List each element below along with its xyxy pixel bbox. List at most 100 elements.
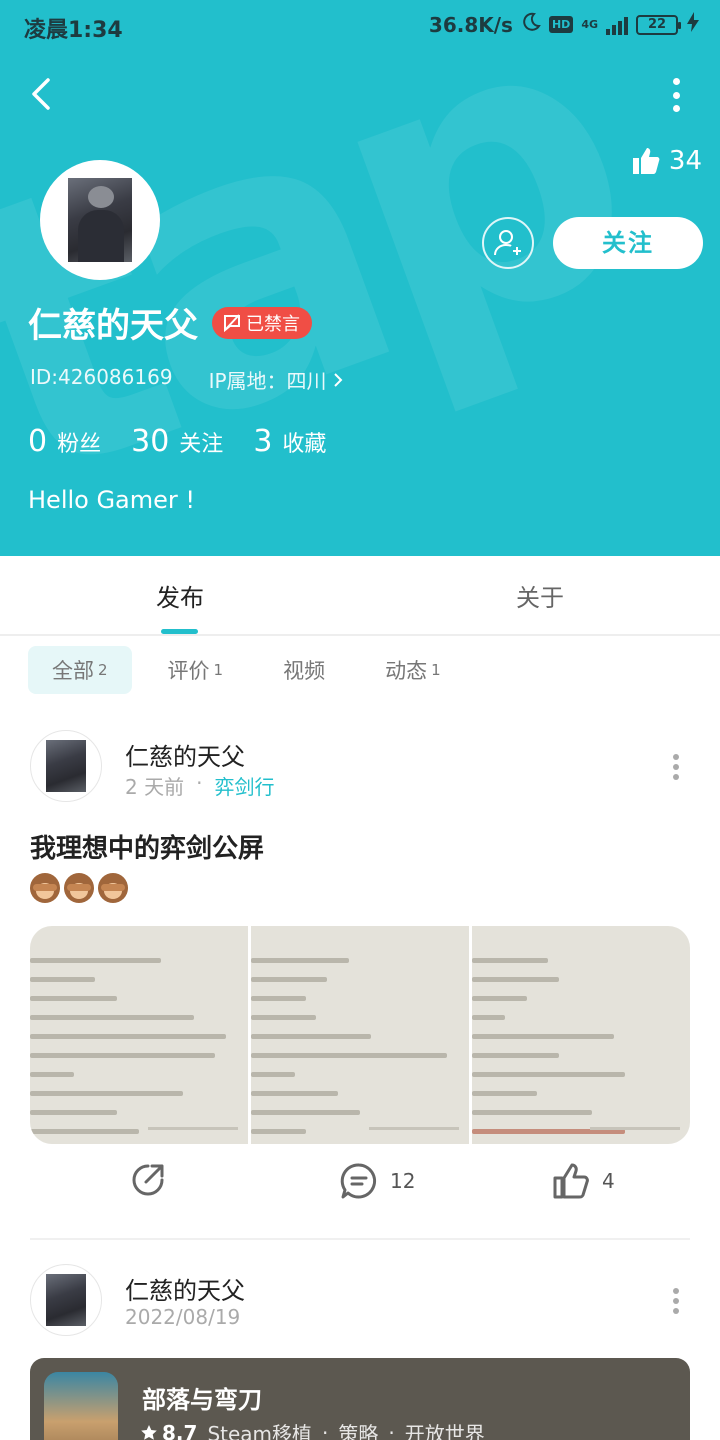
username: 仁慈的天父 xyxy=(28,306,198,346)
monkey-emoji-icon xyxy=(98,873,128,903)
filter-label: 全部 xyxy=(52,659,94,683)
thumbs-up-icon xyxy=(632,148,660,174)
filter-chips: 全部 2 评价 1 视频 动态 1 xyxy=(28,646,465,694)
post-author-name[interactable]: 仁慈的天父 xyxy=(125,737,245,772)
post-time: 2 天前 xyxy=(125,775,185,799)
filter-label: 动态 xyxy=(385,659,428,683)
post-meta: 2 天前 · 弈剑行 xyxy=(125,771,274,800)
more-options-button[interactable] xyxy=(670,78,682,112)
name-row: 仁慈的天父 已禁言 xyxy=(28,298,312,347)
meta-separator: · xyxy=(196,771,203,795)
filter-videos[interactable]: 视频 xyxy=(259,646,349,694)
tag-separator: · xyxy=(322,1420,329,1440)
like-count: 4 xyxy=(602,1169,615,1193)
user-id: ID:426086169 xyxy=(30,365,173,389)
stat-followers[interactable]: 0 粉丝 xyxy=(28,424,101,459)
game-icon xyxy=(44,1372,118,1440)
avatar-image xyxy=(46,1274,86,1326)
game-tag: Steam移植 xyxy=(207,1422,313,1440)
signal-icon xyxy=(606,15,628,35)
share-icon xyxy=(132,1164,164,1196)
star-icon xyxy=(141,1424,157,1440)
id-row: ID:426086169 IP属地：四川 xyxy=(30,365,345,394)
hd-icon: HD xyxy=(548,16,574,33)
tab-posts[interactable]: 发布 xyxy=(120,578,240,613)
thumbs-up-icon xyxy=(553,1163,589,1199)
post-more-button[interactable] xyxy=(672,1288,680,1314)
profile-bio: Hello Gamer ! xyxy=(28,486,196,514)
tab-indicator xyxy=(161,629,198,634)
filter-reviews[interactable]: 评价 1 xyxy=(144,646,248,694)
post-title[interactable]: 我理想中的弈剑公屏 xyxy=(30,828,264,865)
stat-number: 30 xyxy=(131,424,170,459)
stat-number: 0 xyxy=(28,424,48,459)
post-author-avatar[interactable] xyxy=(30,730,102,802)
monkey-emoji-icon xyxy=(64,873,94,903)
post-image[interactable] xyxy=(251,926,469,1144)
post-actions: 12 4 xyxy=(0,1162,720,1222)
muted-chat-icon xyxy=(224,313,240,332)
avatar-image xyxy=(68,178,132,262)
filter-count: 2 xyxy=(98,661,108,679)
game-card[interactable]: 部落与弯刀 8.7 Steam移植 · 策略 · 开放世界 xyxy=(30,1358,690,1440)
stat-favorites[interactable]: 3 收藏 xyxy=(253,424,326,459)
monkey-emoji-icon xyxy=(30,873,60,903)
chevron-left-icon xyxy=(32,78,50,110)
game-title: 部落与弯刀 xyxy=(142,1386,262,1414)
profile-header: tap 凌晨1:34 36.8K/s HD 4G 22 34 关注 仁慈的天父 xyxy=(0,0,720,556)
post-game-link[interactable]: 弈剑行 xyxy=(214,771,274,800)
ip-location-link[interactable]: IP属地：四川 xyxy=(209,365,345,394)
share-button[interactable] xyxy=(130,1162,166,1198)
profile-likes[interactable]: 34 xyxy=(631,146,702,176)
stat-label: 关注 xyxy=(179,432,224,457)
post-more-button[interactable] xyxy=(672,754,680,780)
charging-icon xyxy=(686,12,700,37)
network-speed: 36.8K/s xyxy=(428,12,513,37)
game-tag: 开放世界 xyxy=(404,1422,485,1440)
comment-button[interactable]: 12 xyxy=(340,1162,415,1200)
add-friend-button[interactable] xyxy=(482,217,534,269)
post-author-name[interactable]: 仁慈的天父 xyxy=(125,1271,245,1306)
stats-row: 0 粉丝 30 关注 3 收藏 xyxy=(28,424,326,459)
banned-badge-label: 已禁言 xyxy=(246,313,300,335)
filter-moments[interactable]: 动态 1 xyxy=(361,646,465,694)
filter-label: 视频 xyxy=(283,659,326,683)
stat-label: 收藏 xyxy=(282,432,327,457)
post-image[interactable] xyxy=(30,926,248,1144)
status-bar: 凌晨1:34 36.8K/s HD 4G 22 xyxy=(0,0,720,52)
post-author-avatar[interactable] xyxy=(30,1264,102,1336)
like-button[interactable]: 4 xyxy=(552,1162,615,1200)
battery-icon: 22 xyxy=(636,14,681,35)
filter-count: 1 xyxy=(213,661,224,679)
back-button[interactable] xyxy=(22,74,62,114)
likes-count: 34 xyxy=(668,146,702,176)
avatar-image xyxy=(46,740,86,792)
post-divider xyxy=(30,1238,690,1240)
game-score: 8.7 xyxy=(140,1421,197,1440)
filter-count: 1 xyxy=(431,661,441,679)
post-image[interactable] xyxy=(472,926,690,1144)
moon-icon xyxy=(521,12,541,37)
main-tabs: 发布 关于 xyxy=(0,556,720,636)
stat-number: 3 xyxy=(253,424,273,459)
stat-following[interactable]: 30 关注 xyxy=(131,424,223,459)
network-type: 4G xyxy=(581,18,598,31)
follow-button[interactable]: 关注 xyxy=(553,217,703,269)
tab-about[interactable]: 关于 xyxy=(480,578,600,613)
status-right: 36.8K/s HD 4G 22 xyxy=(429,12,700,37)
post-image-grid xyxy=(30,926,690,1144)
filter-all[interactable]: 全部 2 xyxy=(28,646,132,694)
comment-icon xyxy=(340,1163,377,1199)
game-tag: 策略 xyxy=(338,1422,379,1440)
tag-separator: · xyxy=(388,1420,395,1440)
chevron-right-icon xyxy=(333,372,342,387)
add-user-icon xyxy=(494,230,521,256)
game-score-value: 8.7 xyxy=(162,1420,198,1440)
post-time: 2022/08/19 xyxy=(125,1305,241,1329)
stat-label: 粉丝 xyxy=(57,432,102,457)
ip-location: IP属地：四川 xyxy=(208,369,327,393)
comment-count: 12 xyxy=(390,1169,416,1193)
status-time: 凌晨1:34 xyxy=(24,18,123,43)
post-meta: 2022/08/19 xyxy=(125,1305,240,1329)
profile-avatar[interactable] xyxy=(40,160,160,280)
